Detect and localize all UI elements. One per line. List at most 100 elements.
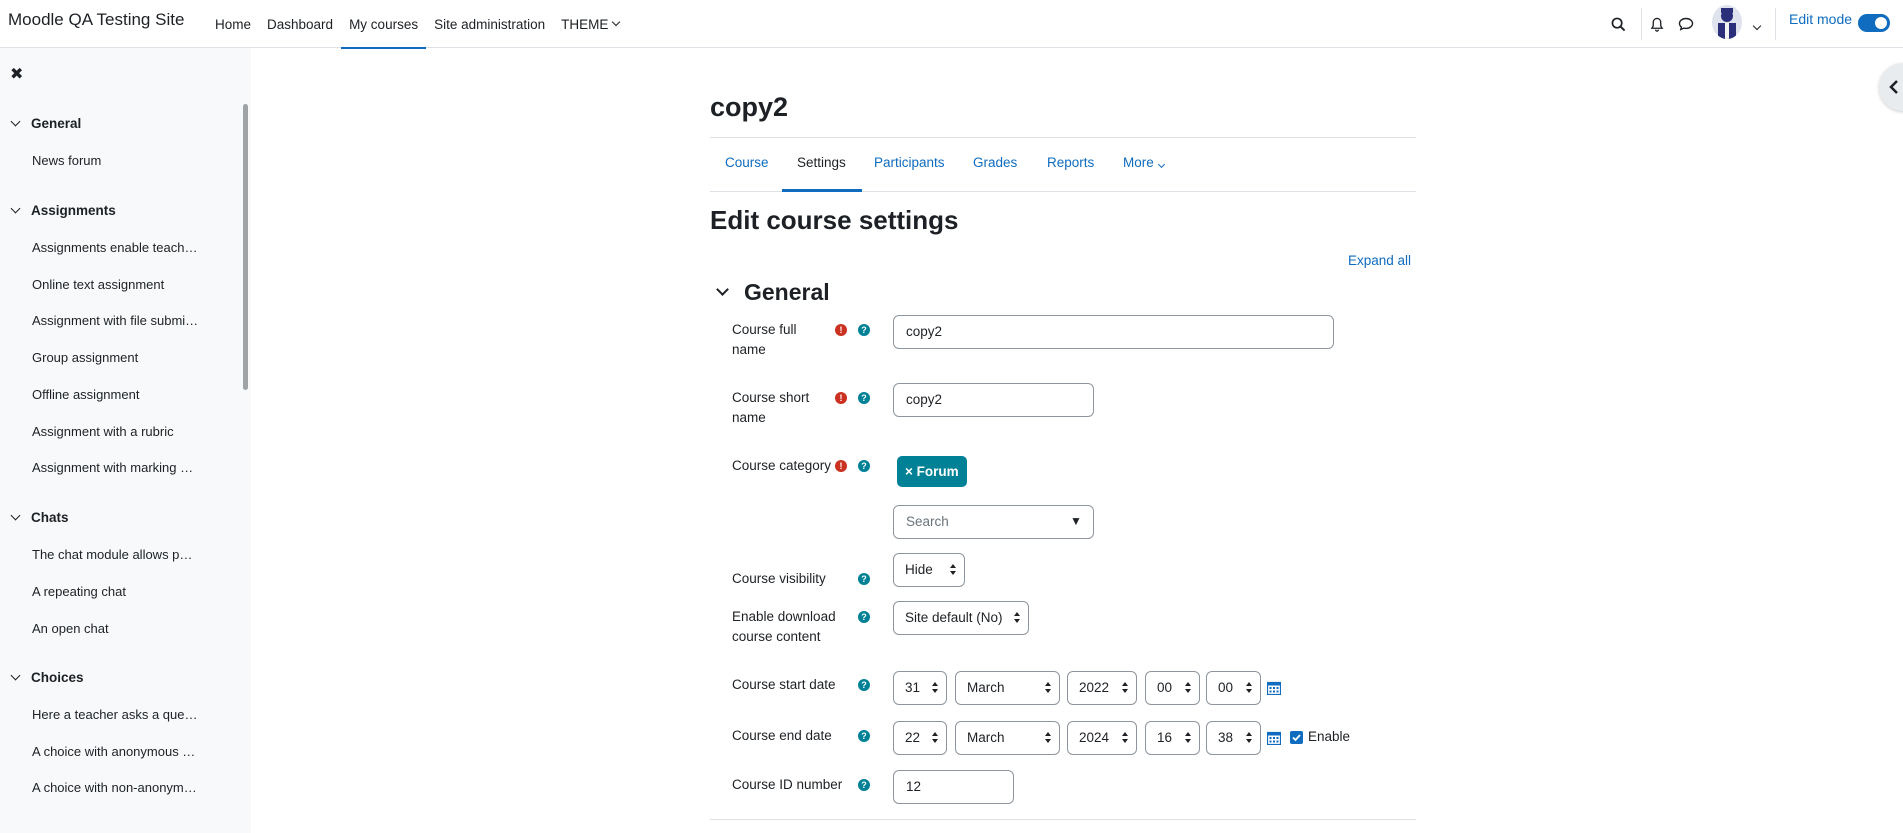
site-brand[interactable]: Moodle QA Testing Site	[8, 10, 184, 30]
download-label: Enable download course content	[732, 609, 836, 644]
activity-link[interactable]: Offline assignment	[32, 387, 212, 402]
visibility-label: Course visibility	[732, 571, 826, 586]
tab-course[interactable]: Course	[725, 155, 769, 170]
calendar-icon[interactable]	[1267, 731, 1281, 745]
fullname-input[interactable]: copy2	[893, 315, 1334, 349]
course-index-drawer: ✖ General News forum Assignments Assignm…	[0, 48, 251, 833]
tab-grades[interactable]: Grades	[973, 155, 1017, 170]
help-icon[interactable]: ?	[858, 679, 870, 691]
activity-link[interactable]: Assignment with marking …	[32, 460, 212, 475]
section-assignments[interactable]: Assignments	[10, 203, 116, 218]
nav-theme-label: THEME	[561, 16, 609, 32]
enddate-day-select[interactable]: 22	[893, 721, 947, 755]
secondary-navigation: Course Settings Participants Grades Repo…	[710, 137, 1416, 192]
enddate-enable-label[interactable]: Enable	[1308, 729, 1350, 744]
enddate-year-select[interactable]: 2024	[1067, 721, 1137, 755]
activity-link[interactable]: Assignments enable teach…	[32, 240, 212, 255]
select-arrows-icon	[932, 682, 938, 694]
enddate-hour-select[interactable]: 16	[1145, 721, 1200, 755]
download-select[interactable]: Site default (No)	[893, 601, 1029, 635]
help-icon[interactable]: ?	[858, 730, 870, 742]
activity-link[interactable]: Here a teacher asks a que…	[32, 707, 212, 722]
general-section-header[interactable]: General	[716, 279, 830, 306]
section-chats[interactable]: Chats	[10, 510, 69, 525]
category-search-input[interactable]: Search	[893, 505, 1094, 539]
activity-link[interactable]: Assignment with file submi…	[32, 313, 212, 328]
bell-icon[interactable]	[1645, 12, 1669, 36]
help-icon[interactable]: ?	[858, 392, 870, 404]
section-title: Choices	[31, 670, 84, 685]
section-title: Assignments	[31, 203, 116, 218]
select-value: March	[967, 680, 1005, 695]
chevron-down-icon	[1157, 160, 1165, 169]
activity-link[interactable]: An open chat	[32, 621, 212, 636]
chat-icon[interactable]	[1674, 12, 1698, 36]
edit-mode-toggle[interactable]	[1858, 14, 1890, 32]
help-icon[interactable]: ?	[858, 611, 870, 623]
help-icon[interactable]: ?	[858, 460, 870, 472]
chevron-down-icon	[1752, 21, 1762, 31]
section-general[interactable]: General	[10, 116, 81, 131]
activity-link[interactable]: A repeating chat	[32, 584, 212, 599]
category-label: Course category	[732, 458, 832, 473]
course-title: copy2	[710, 92, 789, 122]
required-icon: !	[835, 324, 847, 336]
user-menu-chevron[interactable]	[1749, 16, 1762, 34]
shortname-input[interactable]: copy2	[893, 383, 1094, 417]
startdate-year-select[interactable]: 2022	[1067, 671, 1137, 705]
nav-home[interactable]: Home	[207, 0, 259, 48]
nav-site-administration[interactable]: Site administration	[426, 0, 553, 48]
idnumber-input[interactable]: 12	[893, 770, 1014, 804]
nav-dashboard[interactable]: Dashboard	[259, 0, 341, 48]
fullname-label: Course full name	[732, 322, 797, 357]
activity-link[interactable]: A choice with non-anonym…	[32, 780, 212, 795]
select-arrows-icon	[1045, 732, 1051, 744]
user-avatar[interactable]	[1712, 5, 1742, 39]
activity-link[interactable]: The chat module allows p…	[32, 547, 212, 562]
activity-link[interactable]: Assignment with a rubric	[32, 424, 212, 439]
primary-navigation: Home Dashboard My courses Site administr…	[207, 0, 627, 49]
activity-link[interactable]: A choice with anonymous …	[32, 744, 212, 759]
tab-reports[interactable]: Reports	[1047, 155, 1094, 170]
select-value: 2024	[1079, 730, 1110, 745]
startdate-day-select[interactable]: 31	[893, 671, 947, 705]
section-choices[interactable]: Choices	[10, 670, 84, 685]
startdate-month-select[interactable]: March	[955, 671, 1060, 705]
enddate-minute-select[interactable]: 38	[1206, 721, 1261, 755]
nav-my-courses[interactable]: My courses	[341, 0, 427, 49]
startdate-minute-select[interactable]: 00	[1206, 671, 1261, 705]
help-icon[interactable]: ?	[858, 779, 870, 791]
expand-all-link[interactable]: Expand all	[1348, 253, 1411, 268]
enddate-month-select[interactable]: March	[955, 721, 1060, 755]
drawer-scrollbar[interactable]	[243, 104, 248, 390]
tab-participants[interactable]: Participants	[874, 155, 945, 170]
search-icon[interactable]	[1606, 12, 1630, 36]
calendar-icon[interactable]	[1267, 681, 1281, 695]
download-value: Site default (No)	[905, 610, 1003, 625]
help-icon[interactable]: ?	[858, 324, 870, 336]
activity-link[interactable]: Group assignment	[32, 350, 212, 365]
activity-link[interactable]: News forum	[32, 153, 212, 168]
select-arrows-icon	[950, 564, 956, 576]
select-arrows-icon	[1185, 732, 1191, 744]
enddate-label: Course end date	[732, 728, 832, 743]
close-icon[interactable]: ✖	[10, 64, 23, 84]
dropdown-arrow-icon[interactable]: ▼	[1070, 514, 1082, 528]
chevron-down-icon	[10, 670, 21, 681]
tab-settings[interactable]: Settings	[797, 155, 846, 170]
activity-link[interactable]: Online text assignment	[32, 277, 212, 292]
startdate-label: Course start date	[732, 677, 836, 692]
top-navbar: Moodle QA Testing Site Home Dashboard My…	[0, 0, 1903, 49]
visibility-select[interactable]: Hide	[893, 553, 965, 587]
section-title: General	[744, 279, 830, 305]
tab-more[interactable]: More	[1123, 155, 1165, 170]
help-icon[interactable]: ?	[858, 573, 870, 585]
nav-theme[interactable]: THEME	[553, 0, 627, 48]
startdate-hour-select[interactable]: 00	[1145, 671, 1200, 705]
edit-mode-label: Edit mode	[1789, 11, 1853, 27]
category-selected-badge[interactable]: × Forum	[897, 456, 967, 487]
shortname-label: Course short name	[732, 390, 810, 425]
select-value: 31	[905, 680, 921, 695]
block-drawer-toggle[interactable]	[1879, 63, 1903, 111]
enddate-enable-checkbox[interactable]	[1290, 731, 1303, 744]
